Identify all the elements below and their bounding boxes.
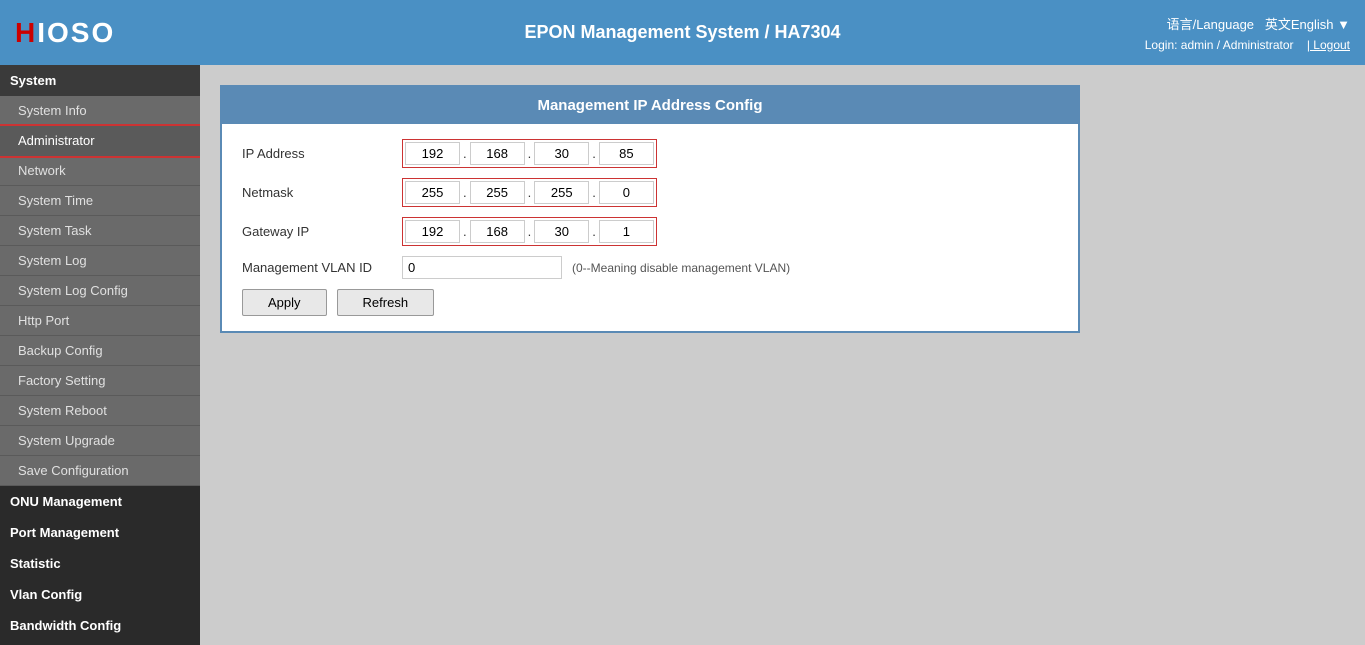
ip-address-octet1[interactable]: [405, 142, 460, 165]
logout-link[interactable]: | Logout: [1307, 38, 1350, 52]
sidebar-item-system-log[interactable]: System Log: [0, 246, 200, 276]
vlan-id-row: Management VLAN ID (0--Meaning disable m…: [242, 256, 1058, 279]
sidebar-item-system-time[interactable]: System Time: [0, 186, 200, 216]
ip-address-octet3[interactable]: [534, 142, 589, 165]
logo-text: HIOSO: [15, 17, 115, 49]
sidebar-item-system-reboot[interactable]: System Reboot: [0, 396, 200, 426]
ip-address-octet4[interactable]: [599, 142, 654, 165]
gateway-dot-2: .: [525, 224, 535, 239]
sidebar-section-vlan-config[interactable]: Vlan Config: [0, 579, 200, 610]
logo-rest: IOSO: [37, 17, 115, 48]
netmask-octet1[interactable]: [405, 181, 460, 204]
ip-dot-3: .: [589, 146, 599, 161]
gateway-dot-3: .: [589, 224, 599, 239]
language-value: 英文English: [1265, 17, 1334, 32]
ip-address-label: IP Address: [242, 146, 402, 161]
netmask-dot-3: .: [589, 185, 599, 200]
sidebar-item-backup-config[interactable]: Backup Config: [0, 336, 200, 366]
vlan-id-input[interactable]: [402, 256, 562, 279]
gateway-ip-octet1[interactable]: [405, 220, 460, 243]
header-right: 语言/Language 英文English ▼ Login: admin / A…: [1145, 0, 1350, 65]
config-body: IP Address . . . Netmask: [222, 124, 1078, 331]
main-content: Management IP Address Config IP Address …: [200, 65, 1365, 645]
gateway-ip-octet4[interactable]: [599, 220, 654, 243]
vlan-id-label: Management VLAN ID: [242, 260, 402, 275]
sidebar-item-system-task[interactable]: System Task: [0, 216, 200, 246]
logo: HIOSO: [15, 17, 115, 49]
gateway-dot-1: .: [460, 224, 470, 239]
login-info: Login: admin / Administrator | Logout: [1145, 38, 1350, 52]
logo-h: H: [15, 17, 37, 48]
netmask-dot-2: .: [525, 185, 535, 200]
netmask-label: Netmask: [242, 185, 402, 200]
ip-address-octet2[interactable]: [470, 142, 525, 165]
login-text: Login: admin / Administrator: [1145, 38, 1294, 52]
sidebar: System System Info Administrator Network…: [0, 65, 200, 645]
sidebar-item-system-log-config[interactable]: System Log Config: [0, 276, 200, 306]
config-panel: Management IP Address Config IP Address …: [220, 85, 1080, 333]
netmask-octet4[interactable]: [599, 181, 654, 204]
netmask-octet3[interactable]: [534, 181, 589, 204]
gateway-ip-octet2[interactable]: [470, 220, 525, 243]
layout: System System Info Administrator Network…: [0, 65, 1365, 645]
sidebar-section-bandwidth-config[interactable]: Bandwidth Config: [0, 610, 200, 641]
refresh-button[interactable]: Refresh: [337, 289, 435, 316]
gateway-ip-label: Gateway IP: [242, 224, 402, 239]
header-title: EPON Management System / HA7304: [524, 22, 840, 43]
header: HIOSO EPON Management System / HA7304 语言…: [0, 0, 1365, 65]
sidebar-item-system-upgrade[interactable]: System Upgrade: [0, 426, 200, 456]
ip-address-row: IP Address . . .: [242, 139, 1058, 168]
gateway-ip-row: Gateway IP . . .: [242, 217, 1058, 246]
sidebar-item-http-port[interactable]: Http Port: [0, 306, 200, 336]
ip-dot-1: .: [460, 146, 470, 161]
sidebar-item-save-configuration[interactable]: Save Configuration: [0, 456, 200, 486]
vlan-hint: (0--Meaning disable management VLAN): [572, 261, 790, 275]
sidebar-section-port-management[interactable]: Port Management: [0, 517, 200, 548]
netmask-dot-1: .: [460, 185, 470, 200]
config-title: Management IP Address Config: [222, 87, 1078, 124]
sidebar-section-statistic[interactable]: Statistic: [0, 548, 200, 579]
buttons-row: Apply Refresh: [242, 289, 1058, 316]
netmask-octet2[interactable]: [470, 181, 525, 204]
sidebar-section-system[interactable]: System: [0, 65, 200, 96]
sidebar-item-administrator[interactable]: Administrator: [0, 126, 200, 156]
sidebar-section-olt-mac-config[interactable]: OLT Mac Config: [0, 641, 200, 645]
netmask-row: Netmask . . .: [242, 178, 1058, 207]
language-selector[interactable]: 语言/Language 英文English ▼: [1167, 14, 1350, 33]
sidebar-item-network[interactable]: Network: [0, 156, 200, 186]
gateway-ip-group: . . .: [402, 217, 657, 246]
apply-button[interactable]: Apply: [242, 289, 327, 316]
language-label: 语言/Language: [1167, 17, 1254, 32]
ip-dot-2: .: [525, 146, 535, 161]
netmask-group: . . .: [402, 178, 657, 207]
sidebar-item-factory-setting[interactable]: Factory Setting: [0, 366, 200, 396]
sidebar-section-onu-management[interactable]: ONU Management: [0, 486, 200, 517]
ip-address-group: . . .: [402, 139, 657, 168]
sidebar-item-system-info[interactable]: System Info: [0, 96, 200, 126]
gateway-ip-octet3[interactable]: [534, 220, 589, 243]
